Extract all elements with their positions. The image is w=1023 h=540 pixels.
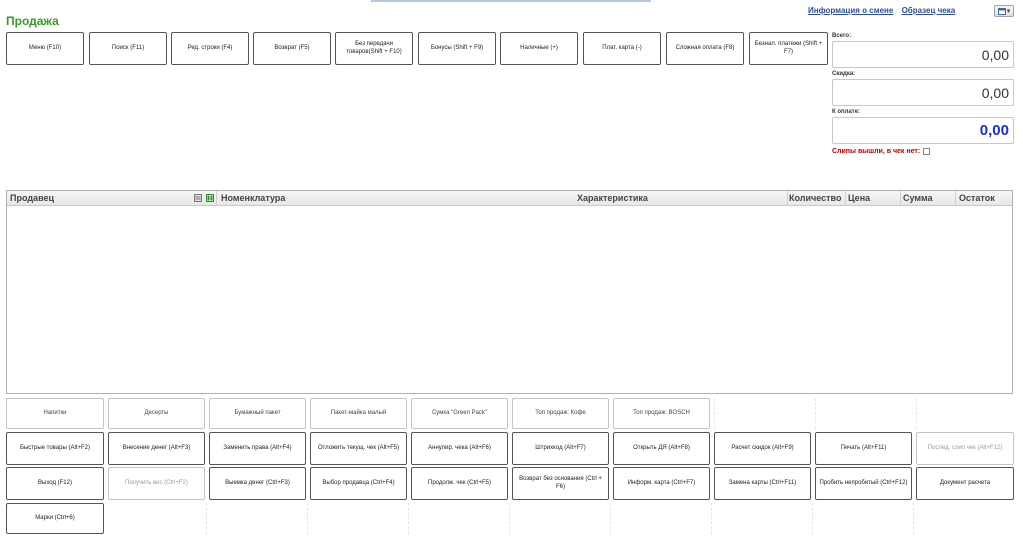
quick-top-coffee-button[interactable]: Топ продаж: Кофе: [512, 398, 609, 429]
quick-green-pack-button[interactable]: Сумка "Green Pack": [411, 398, 508, 429]
total-value: 0,00: [832, 41, 1014, 68]
punch-unpunched-button[interactable]: Пробить непробитый (Ctrl+F12): [815, 467, 912, 500]
empty-cell: [206, 503, 207, 534]
columns-icon[interactable]: [206, 194, 214, 202]
return-no-reason-button[interactable]: Возврат без основания (Ctrl + F6): [512, 467, 609, 500]
empty-cell: [916, 398, 917, 429]
receipt-sample-link[interactable]: Образец чека: [902, 6, 956, 15]
edit-row-button[interactable]: Ред. строки (F4): [171, 32, 249, 65]
window-icon: [997, 7, 1006, 15]
marks-button[interactable]: Марки (Ctrl+6): [6, 503, 104, 534]
payment-document-button[interactable]: Документ расчета: [916, 467, 1014, 500]
empty-cell: [815, 398, 816, 429]
open-drawer-button[interactable]: Открыть ДЯ (Alt+F8): [613, 432, 710, 465]
pay-value: 0,00: [832, 117, 1014, 144]
window-menu-button[interactable]: ▾: [994, 5, 1014, 17]
top-links: Информация о смене Образец чека: [808, 6, 961, 15]
column-separator: [955, 191, 956, 206]
empty-cell: [711, 503, 712, 534]
top-border-line: [371, 0, 651, 2]
empty-cell: [307, 503, 308, 534]
column-characteristic[interactable]: Характеристика: [577, 193, 648, 203]
last-slip-receipt-button[interactable]: Послед. слип чек (Alt+F12): [916, 432, 1014, 465]
empty-cell: [714, 398, 715, 429]
quick-paper-bag-button[interactable]: Бумажный пакет: [209, 398, 306, 429]
table-settings-icon[interactable]: [194, 194, 202, 202]
continue-receipt-button[interactable]: Продолж. чек (Ctrl+F5): [411, 467, 508, 500]
cash-button[interactable]: Наличные (+): [500, 32, 578, 65]
page-title: Продажа: [6, 14, 59, 28]
quick-small-bag-button[interactable]: Пакет-майка малый: [310, 398, 407, 429]
pay-label: К оплате:: [832, 109, 861, 115]
quick-top-bosch-button[interactable]: Топ продаж: BOSCH: [613, 398, 710, 429]
cash-in-button[interactable]: Внесение денег (Alt+F3): [108, 432, 205, 465]
total-label: Всего:: [832, 33, 852, 39]
column-price[interactable]: Цена: [848, 193, 870, 203]
column-quantity[interactable]: Количество: [789, 193, 841, 203]
column-item[interactable]: Номенклатура: [221, 193, 285, 203]
print-button[interactable]: Печать (Alt+F11): [815, 432, 912, 465]
cashless-payments-button[interactable]: Безнал. платежи (Shift + F7): [749, 32, 828, 65]
empty-cell: [812, 503, 813, 534]
card-payment-button[interactable]: Плат. карта (-): [583, 32, 661, 65]
slips-row: Слипы вышли, в чек нет:: [832, 148, 931, 155]
discount-label: Скидка:: [832, 71, 856, 77]
quick-drinks-button[interactable]: Напитки: [6, 398, 104, 429]
postpone-receipt-button[interactable]: Отложить текущ. чек (Alt+F5): [310, 432, 407, 465]
column-seller[interactable]: Продавец: [10, 193, 54, 203]
cash-out-button[interactable]: Выемка денег (Ctrl+F3): [209, 467, 306, 500]
column-separator: [787, 191, 788, 206]
column-separator: [216, 191, 217, 206]
bonuses-button[interactable]: Бонусы (Shift + F9): [418, 32, 496, 65]
table-header: Продавец Номенклатура Характеристика Кол…: [7, 191, 1012, 206]
empty-cell: [509, 503, 510, 534]
slips-checkbox[interactable]: [923, 148, 931, 155]
items-table[interactable]: Продавец Номенклатура Характеристика Кол…: [6, 190, 1013, 394]
no-goods-transfer-button[interactable]: Без передачи товаров(Shift + F10): [335, 32, 413, 65]
column-separator: [845, 191, 846, 206]
return-button[interactable]: Возврат (F5): [253, 32, 331, 65]
select-seller-button[interactable]: Выбор продавца (Ctrl+F4): [310, 467, 407, 500]
info-card-button[interactable]: Информ. карта (Ctrl+F7): [613, 467, 710, 500]
column-sum[interactable]: Сумма: [903, 193, 933, 203]
complex-payment-button[interactable]: Сложная оплата (F8): [666, 32, 744, 65]
get-weight-button[interactable]: Получить вес (Ctrl+F2): [108, 467, 205, 500]
quick-desserts-button[interactable]: Десерты: [108, 398, 205, 429]
empty-cell: [408, 503, 409, 534]
empty-cell: [913, 503, 914, 534]
column-remainder[interactable]: Остаток: [959, 193, 995, 203]
quick-goods-button[interactable]: Быстрые товары (Alt+F2): [6, 432, 104, 465]
empty-cell: [610, 503, 611, 534]
calc-discounts-button[interactable]: Расчет скидок (Alt+F9): [714, 432, 811, 465]
replace-card-button[interactable]: Замена карты (Ctrl+F11): [714, 467, 811, 500]
discount-value: 0,00: [832, 79, 1014, 106]
menu-button[interactable]: Меню (F10): [6, 32, 84, 65]
cancel-receipt-button[interactable]: Аннулир. чека (Alt+F6): [411, 432, 508, 465]
chevron-down-icon: ▾: [1006, 8, 1011, 15]
slips-label: Слипы вышли, в чек нет:: [832, 148, 921, 155]
shift-info-link[interactable]: Информация о смене: [808, 6, 893, 15]
replace-rights-button[interactable]: Заменить права (Alt+F4): [209, 432, 306, 465]
column-separator: [900, 191, 901, 206]
exit-button[interactable]: Выход (F12): [6, 467, 104, 500]
barcode-button[interactable]: Штрихкод (Alt+F7): [512, 432, 609, 465]
search-button[interactable]: Поиск (F11): [89, 32, 167, 65]
